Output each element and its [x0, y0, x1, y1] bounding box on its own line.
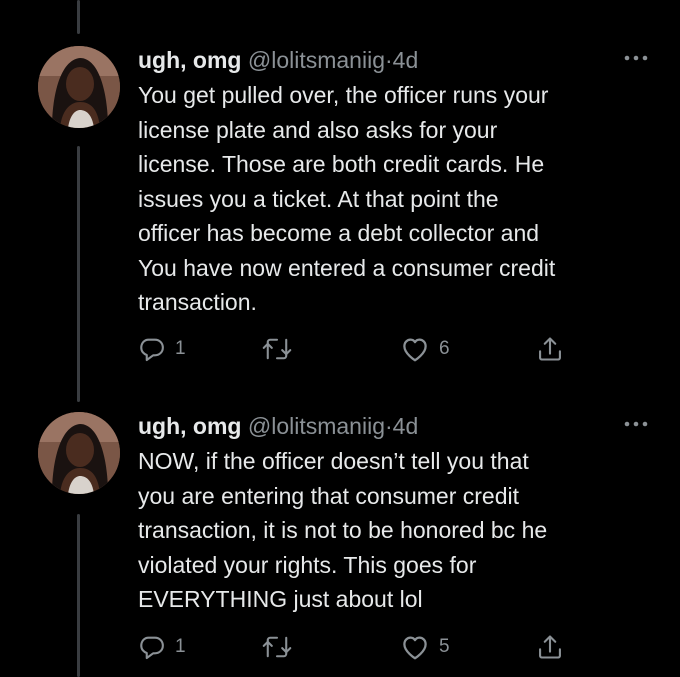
username-handle[interactable]: @lolitsmaniig — [248, 47, 385, 73]
avatar[interactable] — [38, 46, 120, 128]
tweet-header: ugh, omg @lolitsmaniig·4d — [138, 412, 418, 440]
reply-icon — [140, 636, 164, 660]
more-icon[interactable] — [622, 414, 650, 434]
tweet-actions: 1 6 — [138, 334, 578, 364]
username-handle[interactable]: @lolitsmaniig — [248, 413, 385, 439]
like-count: 6 — [439, 338, 450, 359]
retweet-icon — [262, 338, 292, 360]
share-icon — [539, 337, 561, 361]
separator-dot: · — [385, 47, 393, 73]
reply-icon — [140, 338, 164, 362]
avatar-image — [38, 412, 120, 494]
tweet-header: ugh, omg @lolitsmaniig·4d — [138, 46, 418, 74]
separator-dot: · — [385, 413, 393, 439]
share-icon — [539, 635, 561, 659]
reply-button[interactable]: 1 — [138, 632, 186, 662]
display-name[interactable]: ugh, omg — [138, 47, 241, 73]
like-button[interactable]: 6 — [400, 334, 450, 364]
avatar-image — [38, 46, 120, 128]
tweet-text: You get pulled over, the officer runs yo… — [138, 82, 556, 315]
like-icon — [403, 636, 427, 660]
tweet[interactable]: ugh, omg @lolitsmaniig·4d You get pulled… — [0, 46, 680, 376]
display-name[interactable]: ugh, omg — [138, 413, 241, 439]
reply-count: 1 — [175, 338, 186, 359]
tweet-text: NOW, if the officer doesn’t tell you tha… — [138, 448, 548, 612]
retweet-icon — [262, 636, 292, 658]
more-icon[interactable] — [622, 48, 650, 68]
tweet-actions: 1 5 — [138, 632, 578, 662]
like-count: 5 — [439, 636, 450, 657]
retweet-button[interactable] — [262, 334, 301, 364]
tweet[interactable]: ugh, omg @lolitsmaniig·4d NOW, if the of… — [0, 412, 680, 674]
timestamp[interactable]: 4d — [393, 413, 419, 439]
timestamp[interactable]: 4d — [393, 47, 419, 73]
share-button[interactable] — [536, 334, 564, 364]
thread-line-top — [77, 0, 80, 34]
like-icon — [403, 338, 427, 362]
like-button[interactable]: 5 — [400, 632, 450, 662]
retweet-button[interactable] — [262, 632, 301, 662]
reply-button[interactable]: 1 — [138, 334, 186, 364]
share-button[interactable] — [536, 632, 564, 662]
avatar[interactable] — [38, 412, 120, 494]
reply-count: 1 — [175, 636, 186, 657]
